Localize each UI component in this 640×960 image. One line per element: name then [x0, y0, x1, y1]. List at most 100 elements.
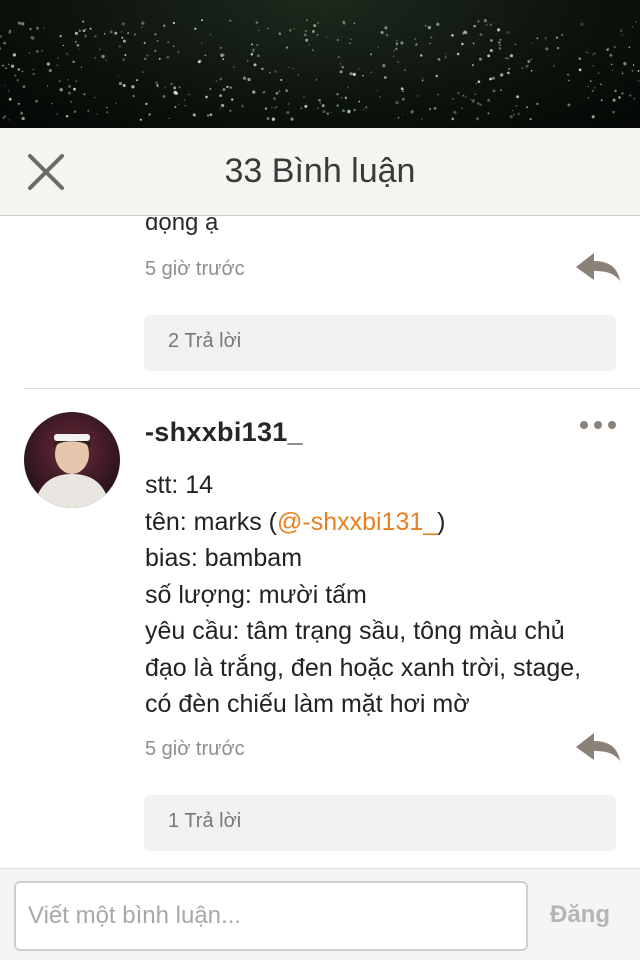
reply-button[interactable] — [574, 251, 622, 285]
light-dot — [28, 52, 31, 54]
light-dot — [313, 24, 317, 28]
light-dot — [297, 73, 300, 76]
light-dot — [561, 34, 564, 36]
light-dot — [461, 107, 463, 109]
light-dot — [609, 53, 613, 57]
light-dot — [255, 21, 258, 24]
view-replies-button[interactable]: 2 Trả lời — [144, 315, 616, 371]
light-dot — [567, 73, 569, 76]
light-dot — [375, 67, 377, 70]
light-dot — [87, 109, 90, 112]
light-dot — [396, 39, 398, 42]
light-dot — [257, 54, 260, 58]
light-dot — [105, 59, 108, 62]
light-dot — [433, 107, 437, 110]
comment-username[interactable]: -shxxbi131_ — [145, 417, 303, 448]
light-dot — [250, 53, 254, 56]
light-dot — [417, 95, 419, 97]
light-dot — [464, 96, 467, 98]
post-button[interactable]: Đăng — [550, 901, 610, 929]
reply-button[interactable] — [574, 731, 622, 765]
background-image — [0, 0, 640, 128]
comment-list[interactable]: dọng ạ 5 giờ trước 2 Trả lời -shxxbi131_… — [0, 217, 640, 867]
light-dot — [485, 23, 488, 26]
light-dot — [427, 25, 432, 30]
avatar[interactable] — [24, 412, 120, 508]
comment-text: dọng ạ — [145, 217, 219, 236]
light-dot — [220, 53, 224, 57]
light-dot — [278, 32, 282, 36]
light-dot — [209, 33, 212, 36]
light-dot — [89, 27, 92, 30]
light-dot — [252, 50, 254, 53]
light-dot — [339, 70, 343, 74]
light-dot — [141, 26, 143, 28]
light-dot — [124, 54, 127, 56]
light-dot — [400, 87, 404, 91]
light-dot — [555, 36, 558, 39]
light-dot — [567, 103, 571, 107]
light-dot — [517, 112, 521, 116]
view-replies-button[interactable]: 1 Trả lời — [144, 795, 616, 851]
light-dot — [349, 72, 353, 76]
light-dot — [404, 69, 406, 71]
light-dot — [353, 22, 356, 25]
light-dot — [429, 42, 431, 45]
light-dot — [288, 28, 292, 32]
light-dot — [598, 72, 600, 74]
light-dot — [305, 38, 309, 42]
light-dot — [461, 42, 464, 46]
light-dot — [8, 63, 10, 65]
light-dot — [628, 46, 631, 48]
light-dot — [106, 111, 109, 113]
light-dot — [14, 74, 17, 77]
light-dot — [65, 115, 69, 118]
light-dot — [232, 65, 235, 69]
light-dot — [21, 22, 25, 26]
comment-time: 5 giờ trước — [145, 258, 245, 280]
comment-line-text: ) — [437, 507, 446, 536]
light-dot — [247, 77, 251, 82]
light-dot — [32, 72, 35, 76]
reply-icon — [576, 253, 620, 281]
light-dot — [490, 39, 493, 42]
light-dot — [162, 95, 166, 98]
light-dot — [578, 68, 582, 72]
light-dot — [474, 93, 477, 96]
light-dot — [593, 52, 596, 55]
light-dot — [84, 28, 87, 31]
light-dot — [419, 54, 423, 57]
light-dot — [632, 64, 635, 66]
comment-input[interactable] — [14, 881, 528, 951]
light-dot — [305, 19, 308, 22]
light-dot — [487, 112, 490, 115]
light-dot — [67, 84, 72, 89]
light-dot — [489, 23, 492, 26]
light-dot — [46, 85, 49, 87]
light-dot — [317, 107, 319, 109]
light-dot — [385, 33, 389, 37]
light-dot — [76, 43, 80, 47]
light-dot — [164, 86, 167, 89]
light-dot — [136, 79, 139, 82]
light-dot — [336, 93, 339, 96]
light-dot — [94, 35, 97, 37]
light-dot — [269, 72, 271, 74]
light-dot — [527, 60, 531, 63]
light-dot — [173, 90, 177, 95]
light-dot — [456, 52, 460, 56]
light-dot — [177, 51, 180, 54]
light-dot — [347, 109, 351, 114]
mention-link[interactable]: @-shxxbi131_ — [277, 508, 437, 536]
light-dot — [444, 56, 447, 59]
light-dot — [178, 86, 181, 88]
light-dot — [219, 77, 223, 81]
light-dot — [0, 35, 2, 38]
light-dot — [142, 71, 144, 73]
light-dot — [600, 99, 603, 102]
more-options-button[interactable] — [578, 415, 618, 435]
light-dot — [300, 107, 303, 110]
comment-title-label: Bình luận — [271, 152, 416, 190]
light-dot — [118, 81, 123, 86]
light-dot — [347, 86, 349, 89]
